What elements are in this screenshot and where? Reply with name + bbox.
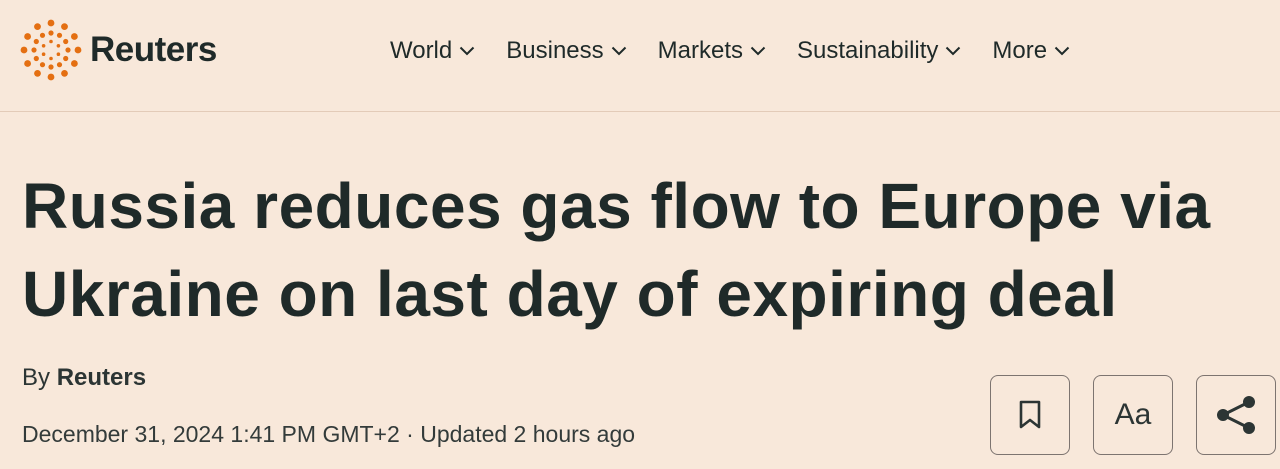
byline-prefix: By — [22, 364, 51, 391]
share-icon — [1217, 396, 1255, 434]
chevron-down-icon — [946, 46, 961, 56]
nav-markets[interactable]: Markets — [658, 37, 766, 65]
headline-line-2: Ukraine on last day of expiring deal — [22, 258, 1118, 330]
chevron-down-icon — [750, 46, 766, 56]
byline: By Reuters — [22, 364, 146, 392]
chevron-down-icon — [611, 46, 626, 56]
nav-business-label: Business — [506, 37, 604, 64]
author-link[interactable]: Reuters — [57, 364, 146, 391]
bookmark-button[interactable] — [990, 375, 1070, 455]
text-size-button[interactable]: Aa — [1093, 375, 1173, 455]
publish-date: December 31, 2024 1:41 PM GMT+2 · Update… — [22, 421, 636, 447]
site-header: Reuters World Business Markets Sustainab… — [0, 0, 1280, 112]
article-headline: Russia reduces gas flow to Europe via Uk… — [22, 162, 1262, 338]
article-actions: Aa — [990, 375, 1276, 455]
reuters-logo-icon — [20, 19, 82, 81]
nav-sustainability-label: Sustainability — [797, 37, 939, 64]
reuters-logo[interactable]: Reuters — [20, 19, 217, 81]
nav-world-label: World — [390, 37, 453, 64]
main-nav: World Business Markets Sustainability Mo… — [390, 34, 1101, 68]
headline-line-1: Russia reduces gas flow to Europe via — [22, 170, 1211, 242]
share-button[interactable] — [1196, 375, 1276, 455]
logo-wordmark: Reuters — [90, 30, 217, 69]
bookmark-icon — [1019, 400, 1041, 429]
nav-more-label: More — [992, 37, 1048, 64]
nav-sustainability[interactable]: Sustainability — [797, 37, 961, 65]
chevron-down-icon — [460, 46, 475, 56]
text-size-label: Aa — [1114, 398, 1152, 431]
nav-markets-label: Markets — [657, 37, 743, 64]
nav-business[interactable]: Business — [506, 37, 626, 65]
nav-world[interactable]: World — [390, 37, 475, 65]
chevron-down-icon — [1054, 46, 1070, 56]
nav-more[interactable]: More — [992, 37, 1070, 65]
